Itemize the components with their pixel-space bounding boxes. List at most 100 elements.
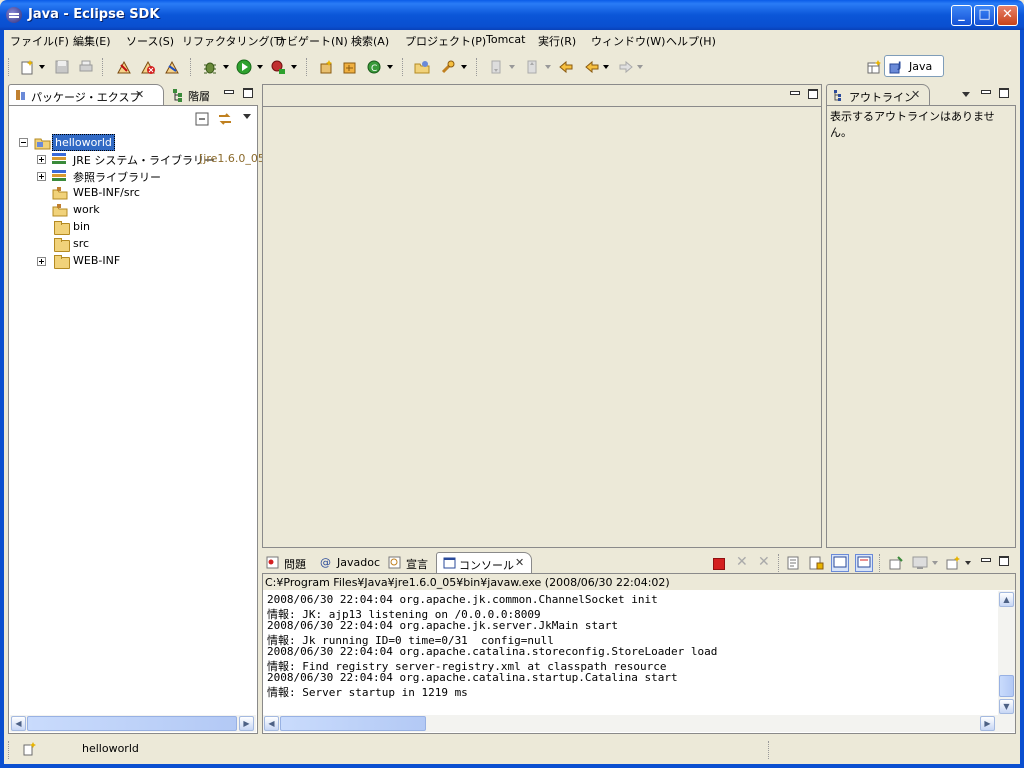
scroll-up-icon[interactable]: ▲ <box>999 592 1014 607</box>
refresh-icon[interactable]: C <box>366 59 382 75</box>
show-on-stderr-icon[interactable] <box>855 554 873 572</box>
remove-all-launches-icon[interactable]: ✕ <box>758 554 770 570</box>
run-icon[interactable] <box>236 59 252 75</box>
tab-javadoc[interactable]: Javadoc <box>337 556 380 569</box>
tomcat-restart-icon[interactable] <box>164 59 180 75</box>
print-icon[interactable] <box>78 59 94 75</box>
prev-annotation-dropdown-arrow[interactable] <box>545 65 551 69</box>
tree-item-referenced-library[interactable]: 参照ライブラリー <box>17 168 247 185</box>
close-button[interactable]: ✕ <box>997 5 1018 26</box>
tree-item-jre-library[interactable]: JRE システム・ライブラリー [jre1.6.0_05] <box>17 151 269 168</box>
tree-item-web-inf-src[interactable]: WEB-INF/src <box>17 185 247 202</box>
menu-window[interactable]: ウィンドウ(W) <box>591 33 665 49</box>
run-dropdown-arrow[interactable] <box>257 65 263 69</box>
forward-dropdown-arrow[interactable] <box>637 65 643 69</box>
tomcat-start-icon[interactable] <box>116 59 132 75</box>
tab-package-explorer[interactable]: パッケージ・エクスプ ✕ <box>8 84 164 106</box>
tab-problems[interactable]: 問題 <box>284 556 306 572</box>
search-icon[interactable] <box>440 59 456 75</box>
maximize-panel-icon[interactable] <box>999 556 1009 566</box>
maximize-panel-icon[interactable] <box>243 88 253 98</box>
maximize-button[interactable]: □ <box>974 5 995 26</box>
pin-console-icon[interactable] <box>888 555 904 571</box>
tree-item-helloworld[interactable]: helloworld <box>17 134 247 151</box>
open-type-icon[interactable] <box>414 59 430 75</box>
open-perspective-icon[interactable] <box>866 59 882 75</box>
external-tools-icon[interactable] <box>270 59 286 75</box>
scroll-down-icon[interactable]: ▼ <box>999 699 1014 714</box>
title-bar[interactable]: Java - Eclipse SDK _ □ ✕ <box>0 0 1024 30</box>
menu-file[interactable]: ファイル(F) <box>10 33 69 49</box>
back-dropdown-arrow[interactable] <box>603 65 609 69</box>
editor-area[interactable] <box>262 84 822 548</box>
collapse-all-icon[interactable] <box>195 112 209 126</box>
link-with-editor-icon[interactable] <box>217 111 233 127</box>
scroll-lock-icon[interactable] <box>808 555 824 571</box>
maximize-panel-icon[interactable] <box>808 89 818 99</box>
minimize-button[interactable]: _ <box>951 5 972 26</box>
tree-item-work[interactable]: work <box>17 202 247 219</box>
menu-help[interactable]: ヘルプ(H) <box>666 33 716 49</box>
debug-icon[interactable] <box>202 59 218 75</box>
terminate-icon[interactable] <box>713 558 725 570</box>
tomcat-stop-icon[interactable] <box>140 59 156 75</box>
debug-dropdown-arrow[interactable] <box>223 65 229 69</box>
clear-console-icon[interactable] <box>786 555 802 571</box>
view-menu-icon[interactable] <box>962 92 970 97</box>
expand-toggle-icon[interactable] <box>37 257 46 266</box>
search-dropdown-arrow[interactable] <box>461 65 467 69</box>
tab-console[interactable]: コンソール ✕ <box>436 552 532 574</box>
new-dropdown-arrow[interactable] <box>39 65 45 69</box>
next-annotation-dropdown-arrow[interactable] <box>509 65 515 69</box>
expand-toggle-icon[interactable] <box>37 172 46 181</box>
minimize-panel-icon[interactable] <box>981 90 991 94</box>
horizontal-scrollbar[interactable]: ◀ ▶ <box>10 715 256 732</box>
vertical-scrollbar[interactable]: ▲ ▼ <box>998 591 1015 715</box>
remove-launch-icon[interactable]: ✕ <box>736 554 748 570</box>
show-on-stdout-icon[interactable] <box>831 554 849 572</box>
next-annotation-icon[interactable] <box>488 59 504 75</box>
refresh-dropdown-arrow[interactable] <box>387 65 393 69</box>
menu-project[interactable]: プロジェクト(P) <box>405 33 486 49</box>
view-menu-icon[interactable] <box>243 114 251 119</box>
external-tools-dropdown-arrow[interactable] <box>291 65 297 69</box>
menu-tomcat[interactable]: Tomcat <box>486 33 525 46</box>
last-edit-icon[interactable] <box>558 59 574 75</box>
save-icon[interactable] <box>54 59 70 75</box>
scrollbar-thumb[interactable] <box>280 716 426 731</box>
forward-icon[interactable] <box>618 59 634 75</box>
display-console-icon[interactable] <box>912 555 928 571</box>
horizontal-scrollbar[interactable]: ◀ ▶ <box>263 715 1015 732</box>
tree-item-web-inf[interactable]: WEB-INF <box>17 253 247 270</box>
menu-run[interactable]: 実行(R) <box>538 33 576 49</box>
menu-edit[interactable]: 編集(E) <box>73 33 111 49</box>
tab-declaration[interactable]: 宣言 <box>406 556 428 572</box>
expand-toggle-icon[interactable] <box>37 155 46 164</box>
scroll-right-icon[interactable]: ▶ <box>980 716 995 731</box>
menu-source[interactable]: ソース(S) <box>126 33 174 49</box>
open-console-icon[interactable] <box>945 555 961 571</box>
scroll-right-icon[interactable]: ▶ <box>239 716 254 731</box>
tree-item-src[interactable]: src <box>17 236 247 253</box>
tab-hierarchy[interactable]: 階層 <box>188 88 210 104</box>
new-class-icon[interactable] <box>342 59 358 75</box>
prev-annotation-icon[interactable] <box>524 59 540 75</box>
minimize-panel-icon[interactable] <box>981 558 991 562</box>
new-icon[interactable] <box>20 59 36 75</box>
close-tab-icon[interactable]: ✕ <box>515 556 524 569</box>
collapse-toggle-icon[interactable] <box>19 138 28 147</box>
maximize-panel-icon[interactable] <box>999 88 1009 98</box>
display-console-dropdown-arrow[interactable] <box>932 561 938 565</box>
tab-outline[interactable]: アウトライン ✕ <box>826 84 930 106</box>
open-console-dropdown-arrow[interactable] <box>965 561 971 565</box>
console-output[interactable]: 2008/06/30 22:04:04 org.apache.jk.common… <box>263 591 999 713</box>
menu-search[interactable]: 検索(A) <box>351 33 389 49</box>
menu-refactor[interactable]: リファクタリング(T) <box>182 33 285 49</box>
close-tab-icon[interactable]: ✕ <box>911 88 920 101</box>
java-perspective-button[interactable]: J Java <box>884 55 944 77</box>
menu-navigate[interactable]: ナビゲート(N) <box>276 33 348 49</box>
scrollbar-thumb[interactable] <box>27 716 237 731</box>
scroll-left-icon[interactable]: ◀ <box>264 716 279 731</box>
close-tab-icon[interactable]: ✕ <box>135 88 144 101</box>
minimize-panel-icon[interactable] <box>224 90 234 94</box>
